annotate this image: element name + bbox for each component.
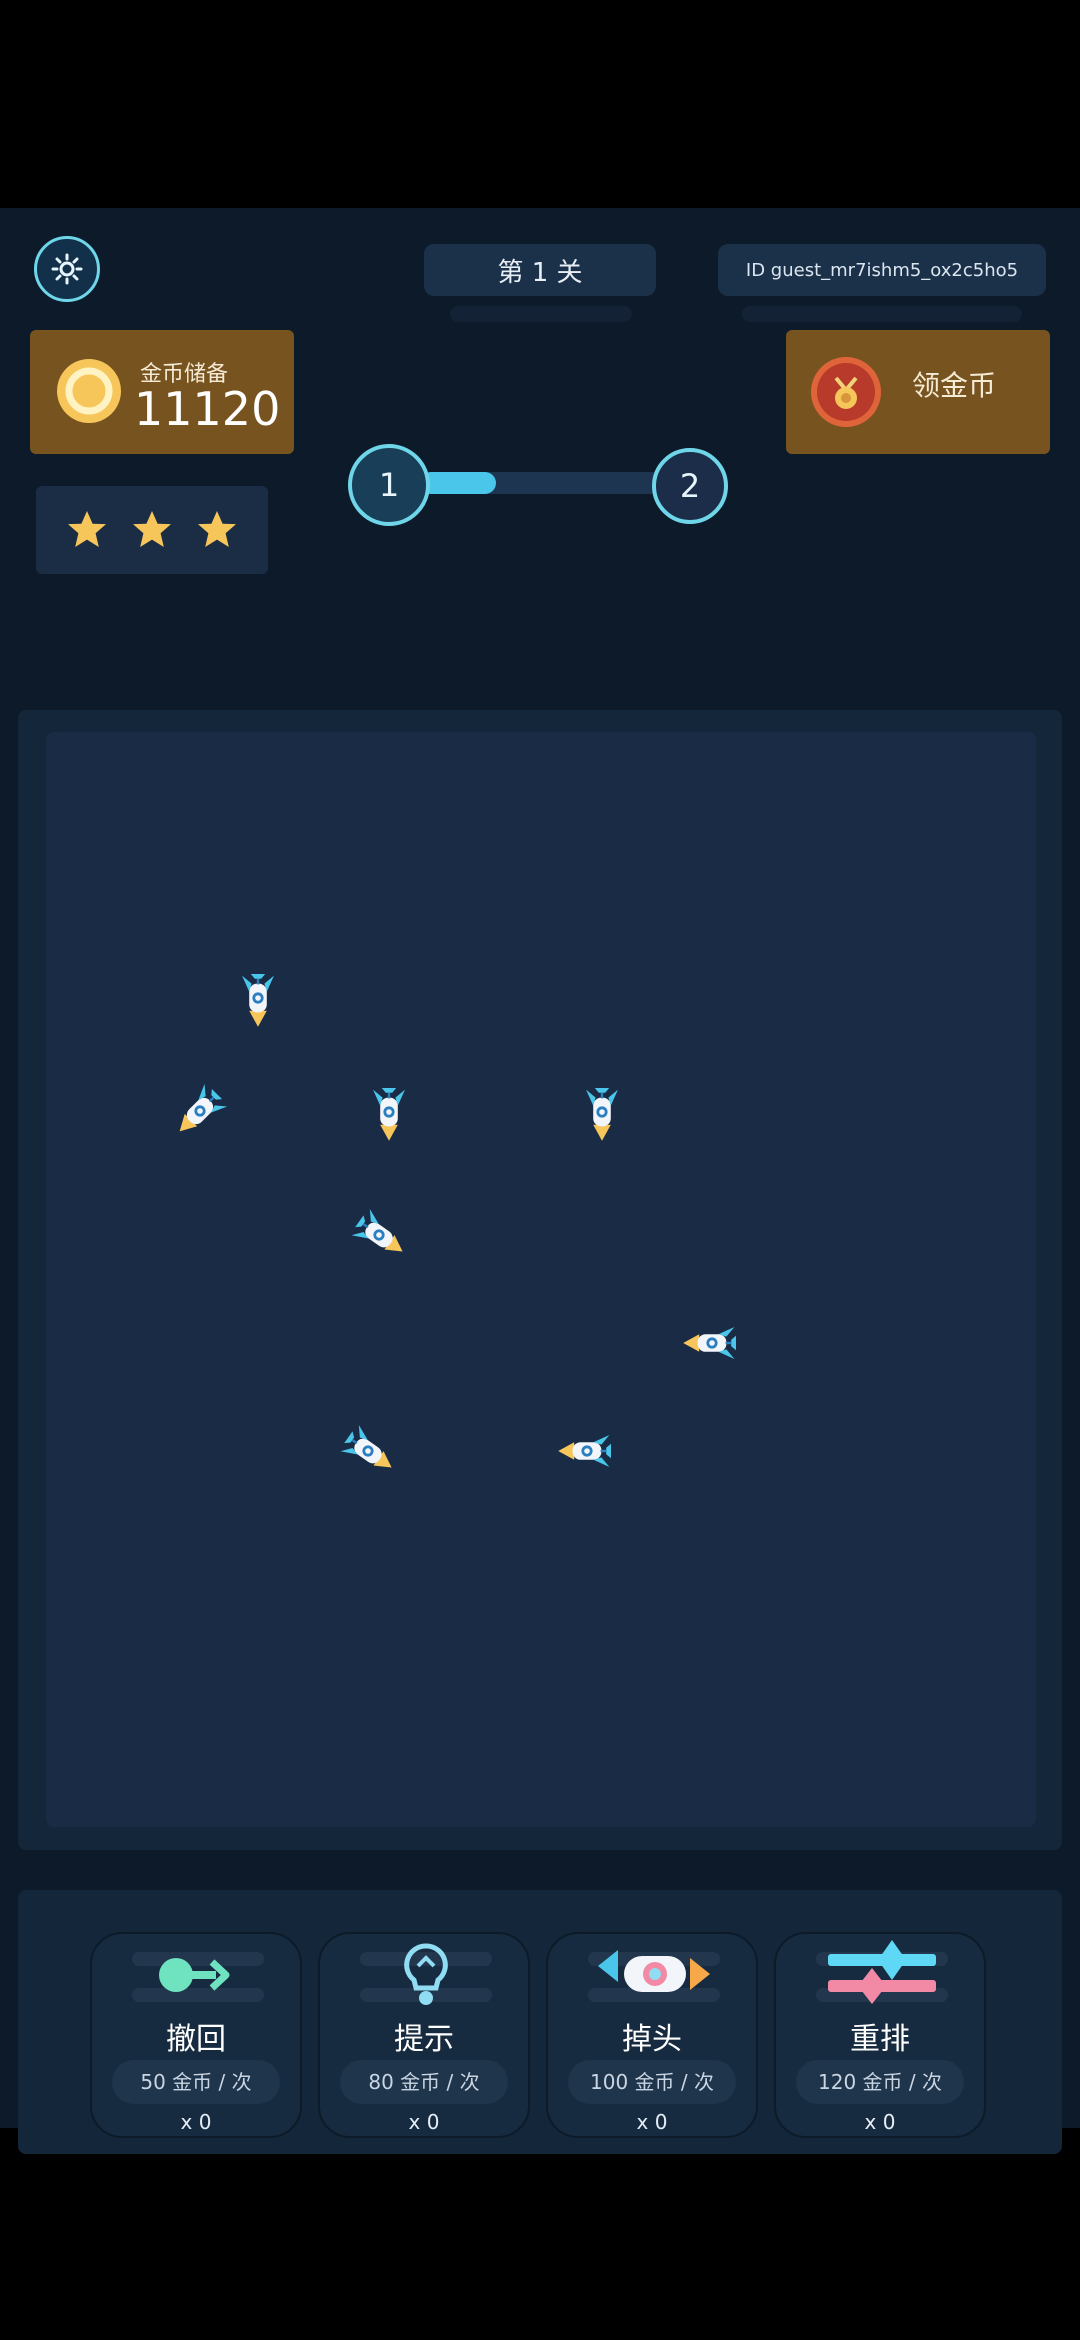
tool-hint-name: 提示: [394, 2022, 454, 2057]
coin-reserve-value: 11120: [134, 382, 281, 436]
progress-node-current-label: 1: [378, 466, 400, 504]
tool-flip-button[interactable]: 掉头 100 金币 / 次 x 0: [546, 1932, 758, 2138]
tool-hint-count: x 0: [408, 2110, 440, 2134]
level-progress-track: [420, 472, 672, 494]
tool-shuffle-cost: 120 金币 / 次: [796, 2060, 964, 2104]
tool-undo-cost: 50 金币 / 次: [112, 2060, 280, 2104]
rocket-icon[interactable]: [557, 1421, 617, 1481]
level-indicator: 第 1 关: [424, 244, 656, 296]
claim-coins-label: 领金币: [912, 369, 997, 402]
progress-node-next-label: 2: [679, 467, 701, 505]
coin-icon: [57, 359, 121, 423]
lightbulb-icon: [404, 1943, 448, 2005]
gear-icon: [51, 253, 83, 285]
board-frame: [18, 710, 1062, 1850]
rocket-icon[interactable]: [359, 1082, 419, 1142]
tool-undo-count: x 0: [180, 2110, 212, 2134]
player-id-badge: ID guest_mr7ishm5_ox2c5ho5: [718, 244, 1046, 296]
progress-node-current: 1: [348, 444, 430, 526]
flip-direction-icon: [598, 1950, 710, 1992]
level-progress-fill: [420, 472, 496, 494]
rocket-icon[interactable]: [349, 1205, 409, 1265]
tool-flip-count: x 0: [636, 2110, 668, 2134]
star-icon: [198, 511, 237, 547]
rocket-icon[interactable]: [228, 968, 288, 1028]
rocket-icon[interactable]: [682, 1313, 742, 1373]
tool-bar: 撤回 50 金币 / 次 x 0 提示 80 金币 / 次 x 0 掉头 100…: [18, 1890, 1062, 2154]
game-board: [46, 732, 1036, 1827]
claim-coins-button[interactable]: 领金币: [786, 330, 1050, 454]
tool-flip-cost: 100 金币 / 次: [568, 2060, 736, 2104]
tool-hint-cost: 80 金币 / 次: [340, 2060, 508, 2104]
undo-arrow-icon: [159, 1958, 230, 1992]
star-rating: [36, 486, 268, 574]
progress-node-next: 2: [652, 448, 728, 524]
settings-button[interactable]: [34, 236, 100, 302]
medal-icon: [811, 357, 881, 427]
tool-shuffle-button[interactable]: 重排 120 金币 / 次 x 0: [774, 1932, 986, 2138]
tool-shuffle-name: 重排: [850, 2022, 910, 2057]
level-shadow: [450, 306, 632, 322]
rocket-icon[interactable]: [338, 1421, 398, 1481]
id-shadow: [742, 306, 1022, 322]
tool-flip-name: 掉头: [622, 2022, 682, 2057]
player-id-text: ID guest_mr7ishm5_ox2c5ho5: [745, 259, 1019, 281]
tool-shuffle-count: x 0: [864, 2110, 896, 2134]
tool-undo-name: 撤回: [166, 2022, 226, 2057]
rocket-icon[interactable]: [572, 1082, 632, 1142]
coin-reserve-card: 金币储备 11120: [30, 330, 294, 454]
tool-hint-button[interactable]: 提示 80 金币 / 次 x 0: [318, 1932, 530, 2138]
game-screen: 第 1 关 ID guest_mr7ishm5_ox2c5ho5 金币储备 11…: [0, 208, 1080, 2154]
rocket-icon[interactable]: [170, 1081, 230, 1141]
star-icon: [132, 511, 171, 547]
shuffle-sliders-icon: [828, 1940, 936, 2004]
level-label: 第 1 关: [497, 257, 583, 288]
star-icon: [67, 511, 106, 547]
tool-undo-button[interactable]: 撤回 50 金币 / 次 x 0: [90, 1932, 302, 2138]
